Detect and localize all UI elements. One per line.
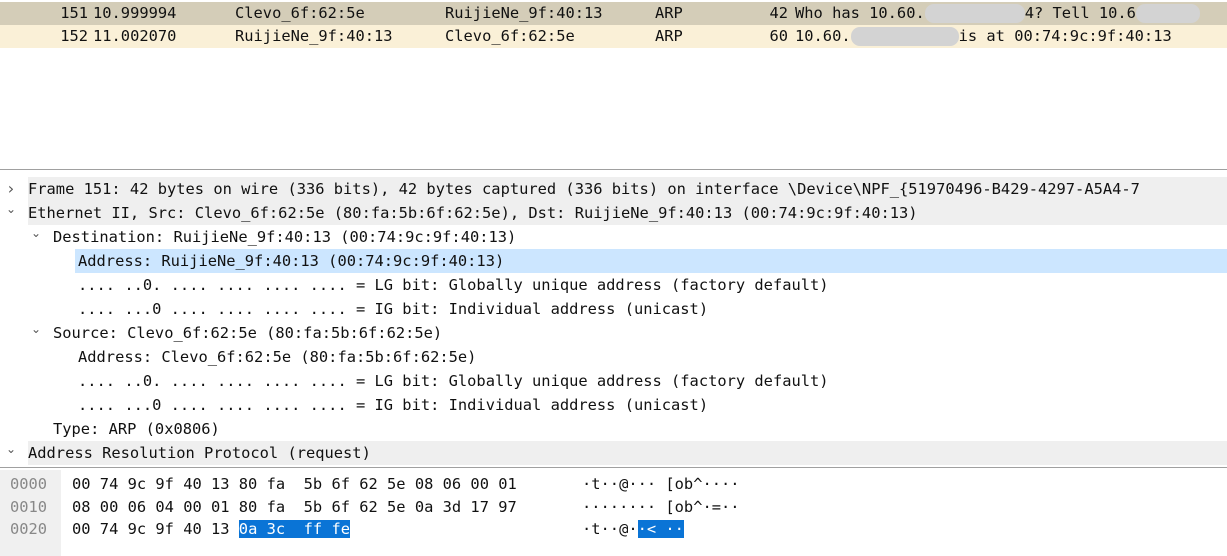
packet-number: 152	[60, 27, 88, 45]
info-text: Who has 10.60.	[795, 4, 925, 22]
chevron-down-icon[interactable]: ⌄	[29, 321, 43, 337]
pane-divider[interactable]	[0, 467, 1227, 468]
detail-row[interactable]: .... ...0 .... .... .... .... = IG bit: …	[0, 393, 1227, 417]
packet-info: 10.60. is at 00:74:9c:9f:40:13	[795, 25, 1172, 48]
packet-list[interactable]: 151 10.999994 Clevo_6f:62:5e RuijieNe_9f:40…	[0, 0, 1227, 170]
packet-row[interactable]: 151 10.999994 Clevo_6f:62:5e RuijieNe_9f:40…	[0, 2, 1227, 25]
detail-text: .... ...0 .... .... .... .... = IG bit: …	[78, 396, 709, 414]
packet-length: 42	[769, 4, 788, 22]
packet-number: 151	[60, 4, 88, 22]
detail-text: .... ...0 .... .... .... .... = IG bit: …	[78, 300, 709, 318]
hex-ascii[interactable]: ········ [ob^·=··	[582, 496, 740, 518]
detail-text: Address Resolution Protocol (request)	[28, 441, 1227, 465]
packet-bytes-pane[interactable]: 0000 00 74 9c 9f 40 13 80 fa 5b 6f 62 5e …	[0, 470, 1227, 556]
detail-row[interactable]: .... ...0 .... .... .... .... = IG bit: …	[0, 297, 1227, 321]
info-text: is at 00:74:9c:9f:40:13	[958, 27, 1172, 45]
detail-text: .... ..0. .... .... .... .... = LG bit: …	[78, 276, 829, 294]
detail-text: Ethernet II, Src: Clevo_6f:62:5e (80:fa:…	[28, 201, 1227, 225]
hex-bytes[interactable]: 00 74 9c 9f 40 13 0a 3c ff fe	[72, 518, 350, 540]
packet-destination: Clevo_6f:62:5e	[445, 27, 575, 45]
hex-bytes-text: 00 74 9c 9f 40 13 80 fa 5b 6f 62 5e 08 0…	[72, 475, 517, 493]
hex-offset: 0020	[10, 520, 48, 538]
packet-protocol: ARP	[655, 4, 683, 22]
packet-destination: RuijieNe_9f:40:13	[445, 4, 603, 22]
chevron-down-icon[interactable]: ⌄	[29, 225, 43, 241]
detail-text: .... ..0. .... .... .... .... = LG bit: …	[78, 372, 829, 390]
ascii-text: ·t··@··· [ob^····	[582, 475, 740, 493]
detail-row[interactable]: Type: ARP (0x0806)	[0, 417, 1227, 441]
packet-time: 11.002070	[93, 27, 177, 45]
info-text: 10.60.	[795, 27, 851, 45]
packet-details-tree[interactable]: › Frame 151: 42 bytes on wire (336 bits),…	[0, 177, 1227, 465]
packet-length: 60	[769, 27, 788, 45]
hex-ascii[interactable]: ·t··@··< ··	[582, 518, 684, 540]
detail-row[interactable]: ⌄ Ethernet II, Src: Clevo_6f:62:5e (80:fa…	[0, 201, 1227, 225]
ascii-text: ·t··@·	[582, 520, 638, 538]
redacted-region	[1135, 4, 1200, 23]
hex-ascii[interactable]: ·t··@··· [ob^····	[582, 473, 740, 495]
detail-text: Destination: RuijieNe_9f:40:13 (00:74:9c…	[53, 228, 517, 246]
hex-bytes-text: 08 00 06 04 00 01 80 fa 5b 6f 62 5e 0a 3…	[72, 497, 517, 516]
detail-row[interactable]: ⌄ Address Resolution Protocol (request)	[0, 441, 1227, 465]
packet-info: Who has 10.60. 4? Tell 10.6	[795, 2, 1200, 25]
detail-text: Address: Clevo_6f:62:5e (80:fa:5b:6f:62:…	[78, 348, 477, 366]
detail-row[interactable]: ⌄ Source: Clevo_6f:62:5e (80:fa:5b:6f:62:…	[0, 321, 1227, 345]
chevron-right-icon[interactable]: ›	[4, 177, 18, 201]
packet-time: 10.999994	[93, 4, 177, 22]
detail-row[interactable]: › Frame 151: 42 bytes on wire (336 bits),…	[0, 177, 1227, 201]
packet-source: Clevo_6f:62:5e	[235, 4, 365, 22]
chevron-down-icon[interactable]: ⌄	[4, 201, 18, 217]
hex-offset: 0000	[10, 475, 48, 493]
detail-text: Address: RuijieNe_9f:40:13 (00:74:9c:9f:…	[75, 249, 1227, 273]
packet-row[interactable]: 152 11.002070 RuijieNe_9f:40:13 Clevo_6f:62…	[0, 25, 1227, 48]
detail-text: Source: Clevo_6f:62:5e (80:fa:5b:6f:62:5…	[53, 324, 443, 342]
detail-row[interactable]: .... ..0. .... .... .... .... = LG bit: …	[0, 273, 1227, 297]
detail-row[interactable]: Address: RuijieNe_9f:40:13 (00:74:9c:9f:…	[0, 249, 1227, 273]
hex-bytes[interactable]: 00 74 9c 9f 40 13 80 fa 5b 6f 62 5e 08 0…	[72, 473, 517, 495]
hex-bytes-text: 00 74 9c 9f 40 13	[72, 520, 239, 538]
detail-text: Type: ARP (0x0806)	[53, 420, 220, 438]
packet-source: RuijieNe_9f:40:13	[235, 27, 393, 45]
info-text: 4? Tell 10.6	[1024, 4, 1136, 22]
detail-text: Frame 151: 42 bytes on wire (336 bits), …	[28, 177, 1227, 201]
packet-protocol: ARP	[655, 27, 683, 45]
ascii-highlight[interactable]: ·< ··	[637, 520, 684, 538]
hex-offset: 0010	[10, 497, 48, 516]
pane-divider[interactable]	[0, 169, 1227, 170]
redacted-region	[850, 27, 959, 46]
hex-bytes[interactable]: 08 00 06 04 00 01 80 fa 5b 6f 62 5e 0a 3…	[72, 496, 517, 518]
chevron-down-icon[interactable]: ⌄	[4, 441, 18, 457]
ascii-text: ········ [ob^·=··	[582, 497, 740, 516]
detail-row[interactable]: ⌄ Destination: RuijieNe_9f:40:13 (00:74:9…	[0, 225, 1227, 249]
detail-row[interactable]: Address: Clevo_6f:62:5e (80:fa:5b:6f:62:…	[0, 345, 1227, 369]
detail-row[interactable]: .... ..0. .... .... .... .... = LG bit: …	[0, 369, 1227, 393]
redacted-region	[924, 4, 1025, 23]
hex-bytes-highlight[interactable]: 0a 3c ff fe	[238, 520, 350, 538]
